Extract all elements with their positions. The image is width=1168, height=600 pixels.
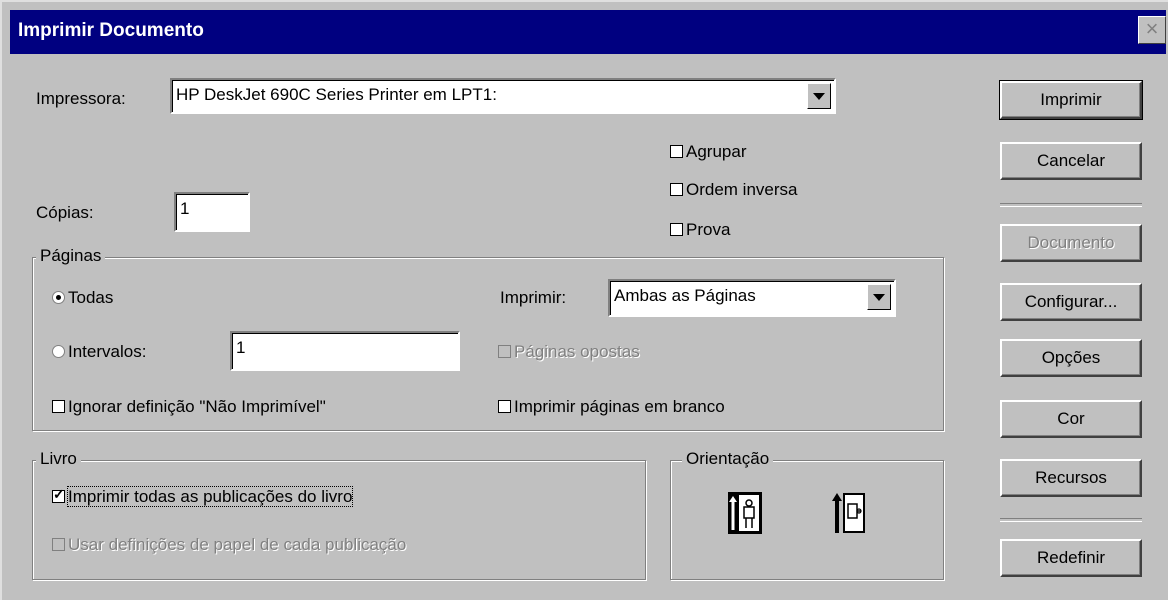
book-legend: Livro <box>36 449 81 469</box>
checkbox-box[interactable] <box>52 486 65 503</box>
portrait-icon[interactable] <box>728 492 762 534</box>
features-button[interactable]: Recursos <box>1000 459 1142 497</box>
ignore-nonprintable-checkbox[interactable]: Ignorar definição "Não Imprimível" <box>52 397 326 417</box>
checkbox-box <box>52 538 65 551</box>
options-button[interactable]: Opções <box>1000 339 1142 377</box>
proof-label: Prova <box>686 220 731 239</box>
collate-label: Agrupar <box>686 142 747 161</box>
ranges-label: Intervalos: <box>68 342 147 361</box>
all-pages-radio[interactable]: Todas <box>52 288 113 308</box>
radio-dot[interactable] <box>52 345 65 358</box>
all-pages-label: Todas <box>68 288 114 307</box>
book-group <box>32 460 646 580</box>
copies-label: Cópias: <box>36 203 94 222</box>
document-button: Documento <box>1000 224 1142 262</box>
reverse-order-checkbox[interactable]: Ordem inversa <box>670 180 797 200</box>
ranges-input[interactable]: 1 <box>230 331 460 371</box>
collate-checkbox[interactable]: Agrupar <box>670 142 746 162</box>
reverse-order-label: Ordem inversa <box>686 180 798 199</box>
checkbox-box[interactable] <box>670 183 683 196</box>
blank-pages-label: Imprimir páginas em branco <box>514 397 725 416</box>
facing-pages-label: Páginas opostas <box>514 342 640 361</box>
close-icon[interactable]: × <box>1138 16 1166 44</box>
use-paper-settings-checkbox: Usar definições de papel de cada publica… <box>52 535 406 555</box>
checkbox-box[interactable] <box>498 400 511 413</box>
ranges-value: 1 <box>236 338 246 357</box>
copies-input[interactable]: 1 <box>174 192 250 232</box>
radio-dot[interactable] <box>52 291 65 304</box>
facing-pages-checkbox: Páginas opostas <box>498 342 640 362</box>
cancel-button[interactable]: Cancelar <box>1000 142 1142 180</box>
window-title: Imprimir Documento <box>18 20 204 41</box>
checkbox-box[interactable] <box>670 145 683 158</box>
reset-button[interactable]: Redefinir <box>1000 539 1142 577</box>
print-button[interactable]: Imprimir <box>999 80 1143 120</box>
chevron-down-icon[interactable] <box>807 83 831 109</box>
checkbox-box[interactable] <box>670 223 683 236</box>
print-all-publications-checkbox[interactable]: Imprimir todas as publicações do livro <box>52 486 354 507</box>
print-pages-label: Imprimir: <box>500 288 567 307</box>
ranges-radio[interactable]: Intervalos: <box>52 342 146 362</box>
button-separator <box>1000 203 1142 207</box>
checkbox-box <box>498 345 511 358</box>
use-paper-settings-label: Usar definições de papel de cada publica… <box>68 535 407 554</box>
copies-value: 1 <box>180 199 190 218</box>
blank-pages-checkbox[interactable]: Imprimir páginas em branco <box>498 397 725 417</box>
setup-button[interactable]: Configurar... <box>1000 283 1142 321</box>
chevron-down-icon[interactable] <box>867 284 891 310</box>
printer-select[interactable]: HP DeskJet 690C Series Printer em LPT1: <box>170 78 836 114</box>
landscape-icon[interactable] <box>832 492 866 534</box>
print-all-publications-label: Imprimir todas as publicações do livro <box>66 486 354 507</box>
ignore-nonprintable-label: Ignorar definição "Não Imprimível" <box>68 397 326 416</box>
print-pages-value: Ambas as Páginas <box>614 286 756 305</box>
pages-legend: Páginas <box>36 246 106 266</box>
printer-label: Impressora: <box>36 89 126 108</box>
printer-value: HP DeskJet 690C Series Printer em LPT1: <box>176 85 497 104</box>
proof-checkbox[interactable]: Prova <box>670 220 730 240</box>
color-button[interactable]: Cor <box>1000 400 1142 438</box>
title-bar: Imprimir Documento × <box>10 10 1166 54</box>
orientation-legend: Orientação <box>682 449 774 469</box>
print-pages-select[interactable]: Ambas as Páginas <box>608 279 896 317</box>
print-dialog: Imprimir Documento × Impressora: HP Desk… <box>0 0 1168 600</box>
orientation-group <box>670 460 944 580</box>
button-separator <box>1000 518 1142 522</box>
checkbox-box[interactable] <box>52 400 65 413</box>
